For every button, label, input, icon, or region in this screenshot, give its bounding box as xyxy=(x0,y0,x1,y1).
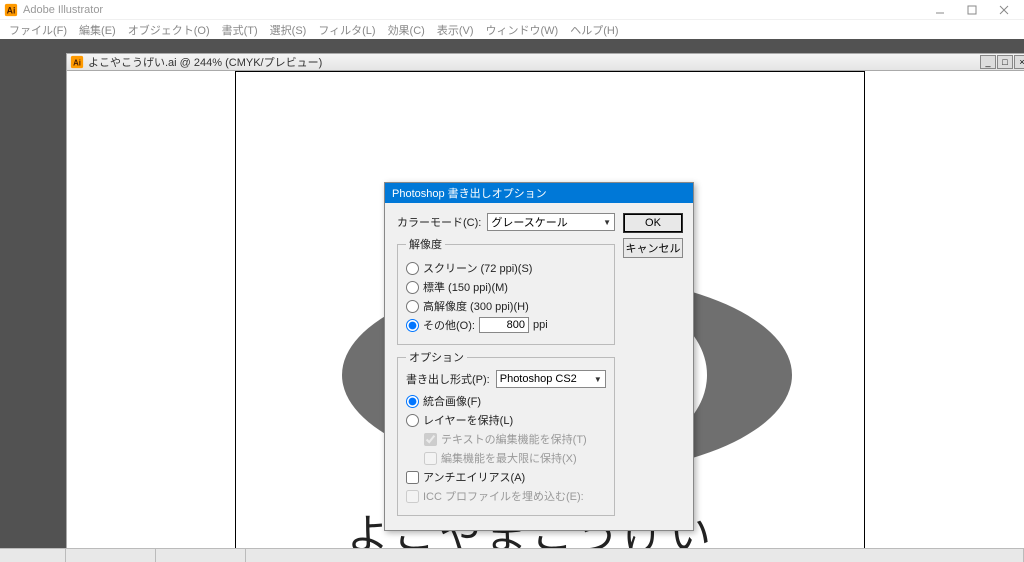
resolution-input[interactable] xyxy=(479,317,529,333)
ok-button[interactable]: OK xyxy=(623,213,683,233)
maximize-button[interactable] xyxy=(956,1,988,19)
chevron-down-icon: ▼ xyxy=(594,375,602,384)
app-titlebar: Ai Adobe Illustrator xyxy=(0,0,1024,20)
menu-filter[interactable]: フィルタ(L) xyxy=(313,20,380,40)
window-controls xyxy=(924,1,1020,19)
status-bar xyxy=(0,548,1024,562)
export-format-label: 書き出し形式(P): xyxy=(406,371,490,387)
status-tool xyxy=(156,549,246,562)
check-icc xyxy=(406,490,419,503)
document-title: よこやこうげい.ai @ 244% (CMYK/プレビュー) xyxy=(88,54,980,70)
option-layers[interactable]: レイヤーを保持(L) xyxy=(406,412,606,428)
menu-file[interactable]: ファイル(F) xyxy=(4,20,72,40)
menu-select[interactable]: 選択(S) xyxy=(265,20,312,40)
menu-edit[interactable]: 編集(E) xyxy=(74,20,121,40)
radio-flat[interactable] xyxy=(406,395,419,408)
radio-other[interactable] xyxy=(406,319,419,332)
option-text-edit: テキストの編集機能を保持(T) xyxy=(424,431,606,447)
menu-view[interactable]: 表示(V) xyxy=(432,20,479,40)
resolution-group: 解像度 スクリーン (72 ppi)(S) 標準 (150 ppi)(M) 高解… xyxy=(397,236,615,345)
check-antialias[interactable] xyxy=(406,471,419,484)
options-legend: オプション xyxy=(406,349,467,365)
resolution-screen[interactable]: スクリーン (72 ppi)(S) xyxy=(406,260,606,276)
export-dialog: Photoshop 書き出しオプション カラーモード(C): グレースケール ▼… xyxy=(384,182,694,531)
check-max-edit xyxy=(424,452,437,465)
option-flat[interactable]: 統合画像(F) xyxy=(406,393,606,409)
menu-help[interactable]: ヘルプ(H) xyxy=(565,20,623,40)
radio-screen[interactable] xyxy=(406,262,419,275)
doc-restore-button[interactable]: □ xyxy=(997,55,1013,69)
check-text-edit xyxy=(424,433,437,446)
minimize-button[interactable] xyxy=(924,1,956,19)
resolution-legend: 解像度 xyxy=(406,236,445,252)
color-mode-label: カラーモード(C): xyxy=(397,214,481,230)
document-titlebar: Ai よこやこうげい.ai @ 244% (CMYK/プレビュー) _ □ × xyxy=(66,53,1024,71)
menubar: ファイル(F) 編集(E) オブジェクト(O) 書式(T) 選択(S) フィルタ… xyxy=(0,20,1024,39)
color-mode-value: グレースケール xyxy=(491,214,567,230)
resolution-other[interactable]: その他(O): ppi xyxy=(406,317,606,333)
options-group: オプション 書き出し形式(P): Photoshop CS2 ▼ 統合画像(F) xyxy=(397,349,615,516)
radio-high[interactable] xyxy=(406,300,419,313)
option-max-edit: 編集機能を最大限に保持(X) xyxy=(424,450,606,466)
chevron-down-icon: ▼ xyxy=(603,218,611,227)
app-title: Adobe Illustrator xyxy=(23,4,924,16)
dialog-title: Photoshop 書き出しオプション xyxy=(385,183,693,203)
menu-object[interactable]: オブジェクト(O) xyxy=(123,20,215,40)
workspace: Ai よこやこうげい.ai @ 244% (CMYK/プレビュー) _ □ × … xyxy=(0,39,1024,562)
svg-text:Ai: Ai xyxy=(7,5,16,15)
menu-effect[interactable]: 効果(C) xyxy=(383,20,430,40)
menu-type[interactable]: 書式(T) xyxy=(217,20,263,40)
radio-layers[interactable] xyxy=(406,414,419,427)
close-button[interactable] xyxy=(988,1,1020,19)
radio-medium[interactable] xyxy=(406,281,419,294)
color-mode-select[interactable]: グレースケール ▼ xyxy=(487,213,615,231)
status-left xyxy=(0,549,66,562)
option-icc: ICC プロファイルを埋め込む(E): xyxy=(406,488,606,504)
cancel-button[interactable]: キャンセル xyxy=(623,238,683,258)
status-zoom[interactable] xyxy=(66,549,156,562)
doc-close-button[interactable]: × xyxy=(1014,55,1024,69)
resolution-high[interactable]: 高解像度 (300 ppi)(H) xyxy=(406,298,606,314)
resolution-medium[interactable]: 標準 (150 ppi)(M) xyxy=(406,279,606,295)
document-window-controls: _ □ × xyxy=(980,55,1024,69)
export-format-select[interactable]: Photoshop CS2 ▼ xyxy=(496,370,606,388)
svg-text:Ai: Ai xyxy=(73,59,81,68)
option-antialias[interactable]: アンチエイリアス(A) xyxy=(406,469,606,485)
menu-window[interactable]: ウィンドウ(W) xyxy=(481,20,564,40)
document-icon: Ai xyxy=(70,55,84,69)
app-icon: Ai xyxy=(4,3,18,17)
doc-minimize-button[interactable]: _ xyxy=(980,55,996,69)
export-format-value: Photoshop CS2 xyxy=(500,373,577,385)
status-scroll[interactable] xyxy=(246,549,1024,562)
